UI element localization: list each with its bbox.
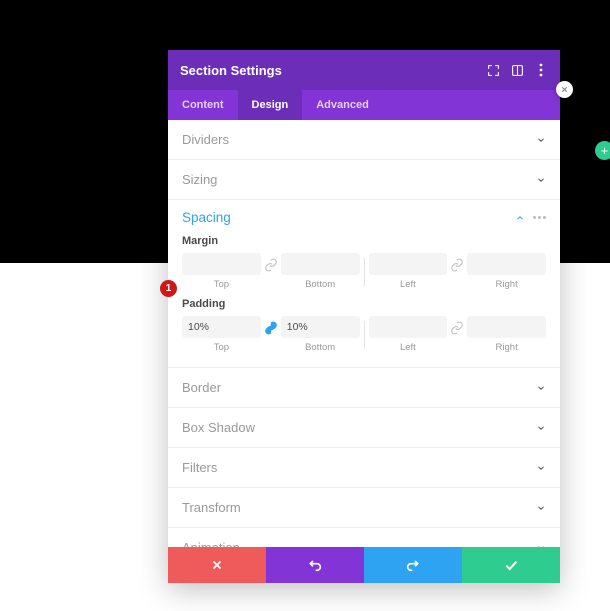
chevron-down-icon: [536, 175, 546, 185]
margin-inputs: Top Bottom Left Right: [182, 253, 546, 290]
chevron-down-icon: [536, 383, 546, 393]
margin-bottom-sub: Bottom: [281, 279, 360, 290]
link-icon[interactable]: [261, 258, 281, 272]
row-animation[interactable]: Animation: [168, 528, 560, 547]
menu-icon[interactable]: [534, 63, 548, 77]
row-label: Sizing: [182, 172, 217, 187]
chevron-up-icon: [515, 213, 525, 223]
panel-header: Section Settings: [168, 50, 560, 90]
separator: [364, 321, 365, 349]
row-sizing[interactable]: Sizing: [168, 160, 560, 200]
padding-left-input[interactable]: [369, 316, 448, 338]
separator: [364, 258, 365, 286]
padding-top-sub: Top: [182, 342, 261, 353]
section-settings-panel: Section Settings Content Design Advanced…: [168, 50, 560, 583]
padding-top-input[interactable]: [182, 316, 261, 338]
confirm-button[interactable]: [462, 547, 560, 583]
tab-design[interactable]: Design: [238, 90, 303, 120]
row-box-shadow[interactable]: Box Shadow: [168, 408, 560, 448]
margin-right-sub: Right: [467, 279, 546, 290]
margin-left-sub: Left: [369, 279, 448, 290]
row-label: Spacing: [182, 210, 231, 225]
padding-bottom-sub: Bottom: [281, 342, 360, 353]
panel-title: Section Settings: [180, 63, 282, 78]
chevron-down-icon: [536, 463, 546, 473]
chevron-down-icon: [536, 423, 546, 433]
row-border[interactable]: Border: [168, 368, 560, 408]
redo-button[interactable]: [364, 547, 462, 583]
link-icon[interactable]: [261, 321, 281, 335]
row-filters[interactable]: Filters: [168, 448, 560, 488]
more-icon[interactable]: [533, 216, 546, 219]
chevron-down-icon: [536, 135, 546, 145]
padding-label: Padding: [182, 298, 546, 310]
margin-top-sub: Top: [182, 279, 261, 290]
callout-badge-1: 1: [160, 280, 177, 297]
row-label: Border: [182, 380, 221, 395]
section-spacing-header[interactable]: Spacing: [182, 210, 546, 225]
row-label: Animation: [182, 540, 240, 547]
row-dividers[interactable]: Dividers: [168, 120, 560, 160]
row-label: Dividers: [182, 132, 229, 147]
panel-header-actions: [486, 63, 548, 77]
padding-left-sub: Left: [369, 342, 448, 353]
row-label: Box Shadow: [182, 420, 255, 435]
expand-icon[interactable]: [486, 63, 500, 77]
padding-inputs: Top Bottom Left Right: [182, 316, 546, 353]
tab-content[interactable]: Content: [168, 90, 238, 120]
cancel-button[interactable]: [168, 547, 266, 583]
row-label: Transform: [182, 500, 241, 515]
columns-icon[interactable]: [510, 63, 524, 77]
tab-advanced[interactable]: Advanced: [302, 90, 383, 120]
chevron-down-icon: [536, 503, 546, 513]
tab-bar: Content Design Advanced: [168, 90, 560, 120]
link-icon[interactable]: [447, 258, 467, 272]
page-root: Section Settings Content Design Advanced…: [0, 0, 610, 611]
row-label: Filters: [182, 460, 217, 475]
panel-footer: [168, 547, 560, 583]
padding-right-input[interactable]: [467, 316, 546, 338]
add-button[interactable]: +: [595, 141, 610, 160]
margin-left-input[interactable]: [369, 253, 448, 275]
margin-right-input[interactable]: [467, 253, 546, 275]
row-transform[interactable]: Transform: [168, 488, 560, 528]
padding-bottom-input[interactable]: [281, 316, 360, 338]
undo-button[interactable]: [266, 547, 364, 583]
close-icon[interactable]: [556, 81, 573, 98]
padding-right-sub: Right: [467, 342, 546, 353]
panel-body: Dividers Sizing Spacing Margin: [168, 120, 560, 547]
section-spacing: Spacing Margin Top Bottom Left: [168, 200, 560, 368]
margin-label: Margin: [182, 235, 546, 247]
margin-bottom-input[interactable]: [281, 253, 360, 275]
link-icon[interactable]: [447, 321, 467, 335]
margin-top-input[interactable]: [182, 253, 261, 275]
